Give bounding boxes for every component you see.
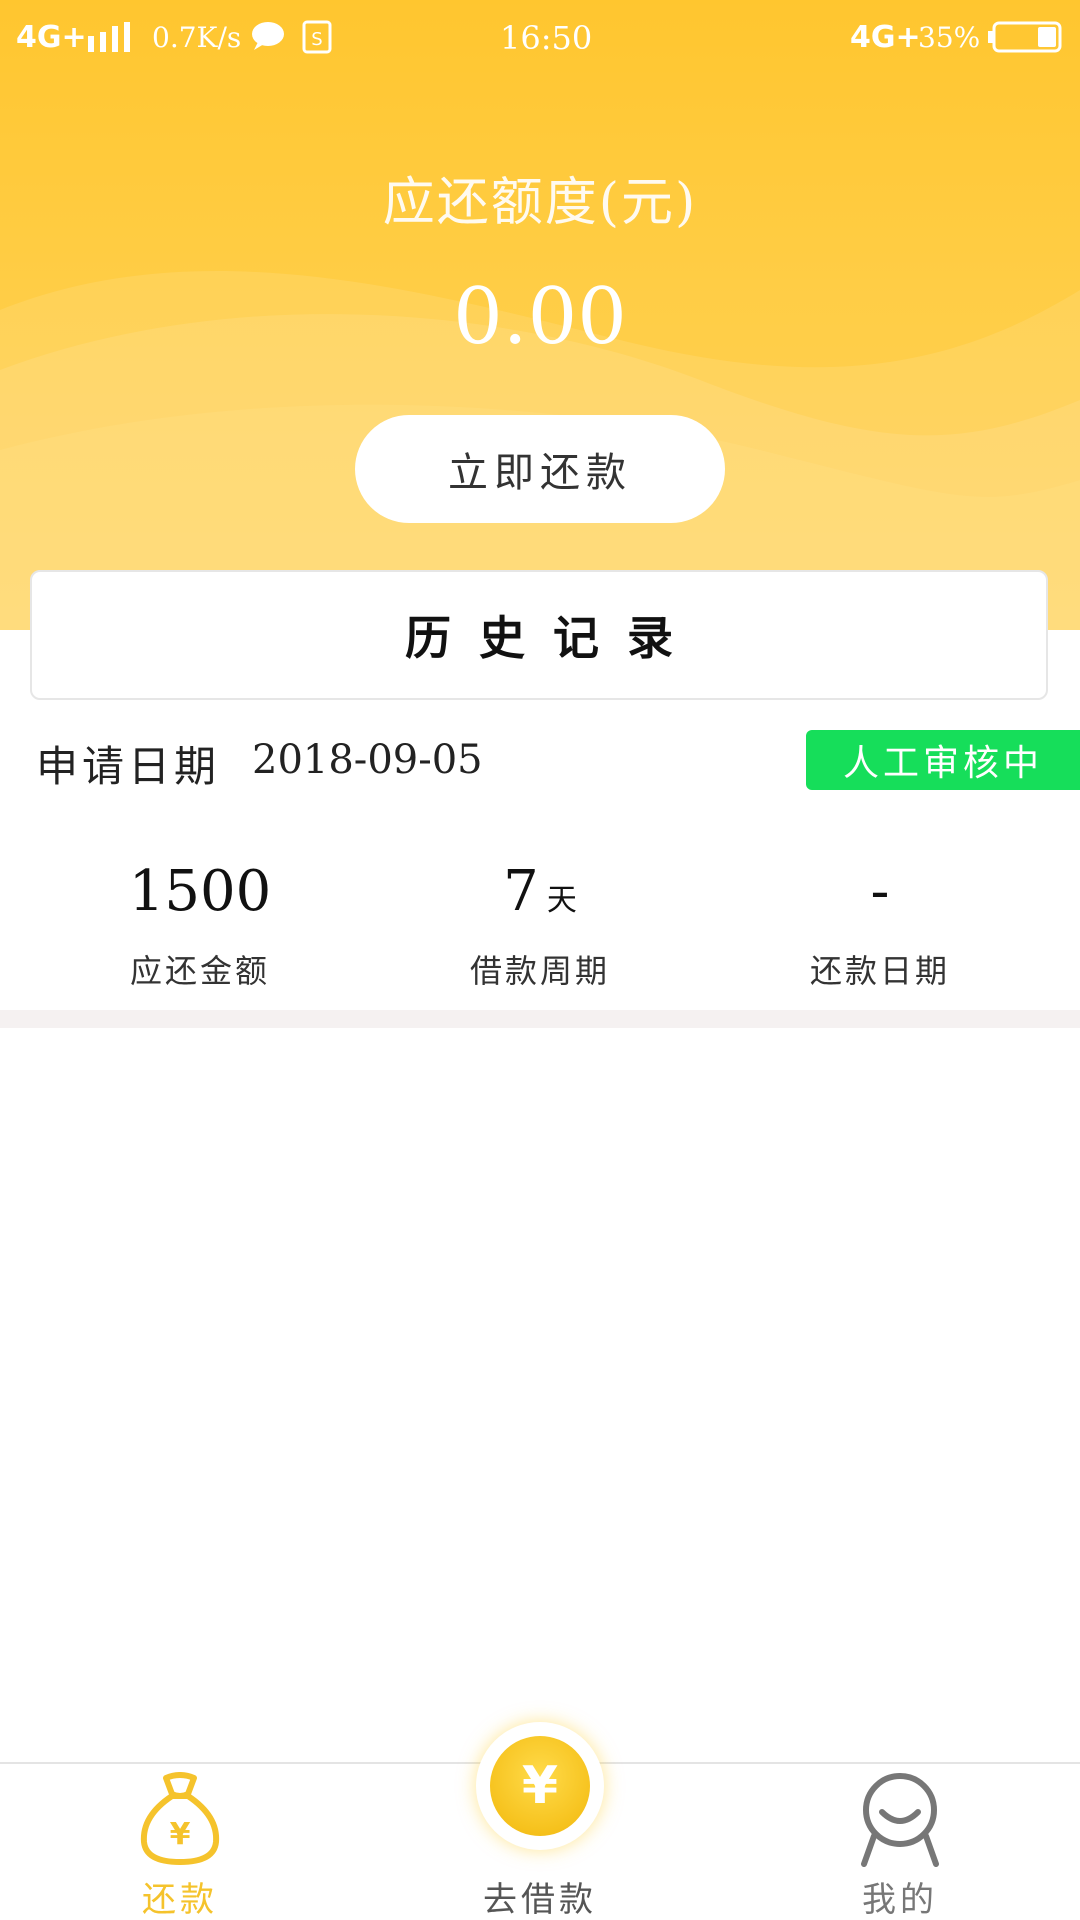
header-banner: 4G+ 0.7K/s S 16:50 4G+ 35% 应还额度(元) 0.00 … [0,0,1080,630]
stat-label: 应还金额 [129,952,270,990]
network-type-right: 4G+ [850,20,921,55]
amount-due-title: 应还额度(元) [382,173,698,233]
stat-repay-date: - 还款日期 [730,860,1030,992]
application-date-value: 2018-09-05 [252,737,483,783]
borrow-fab-button[interactable]: ¥ [476,1722,604,1850]
stat-amount-due: 1500 应还金额 [50,860,350,992]
money-bag-icon: ¥ [140,1772,220,1865]
nav-tab-mine[interactable]: 我的 [780,1764,1020,1920]
sim-icon: S [302,20,332,54]
application-date-label: 申请日期 [36,742,221,791]
clock: 16:50 [500,19,593,57]
section-divider [0,1010,1080,1028]
history-records-button[interactable]: 历史记录 [30,570,1048,700]
stat-loan-period: 7天 借款周期 [390,860,690,992]
nav-label-repay: 还款 [142,1880,218,1920]
app-screen: 4G+ 0.7K/s S 16:50 4G+ 35% 应还额度(元) 0.00 … [0,0,1080,1920]
svg-text:S: S [311,29,322,50]
nav-tab-repay[interactable]: ¥ 还款 [60,1764,300,1920]
amount-due-value: 0.00 [453,272,627,362]
battery-icon [988,21,1062,53]
stat-value: - [870,859,890,924]
chat-notification-icon [252,22,284,50]
battery-percent: 35% [918,21,981,54]
stat-unit: 天 [546,883,577,918]
network-speed: 0.7K/s [152,21,242,54]
stat-label: 借款周期 [469,952,610,990]
network-type: 4G+ [16,20,87,55]
signal-icon [88,22,130,52]
nav-label-borrow: 去借款 [483,1880,597,1920]
stat-label: 还款日期 [809,952,950,990]
stat-value: 7天 [503,859,577,924]
review-status-badge: 人工审核中 [806,730,1080,790]
svg-text:¥: ¥ [170,1817,191,1852]
yuan-coin-icon: ¥ [490,1736,590,1836]
nav-label-mine: 我的 [862,1880,938,1920]
status-bar: 4G+ 0.7K/s S 16:50 4G+ 35% [0,0,1080,76]
stat-value: 1500 [128,859,272,924]
user-icon [861,1773,939,1867]
repay-now-button[interactable]: 立即还款 [355,415,725,523]
